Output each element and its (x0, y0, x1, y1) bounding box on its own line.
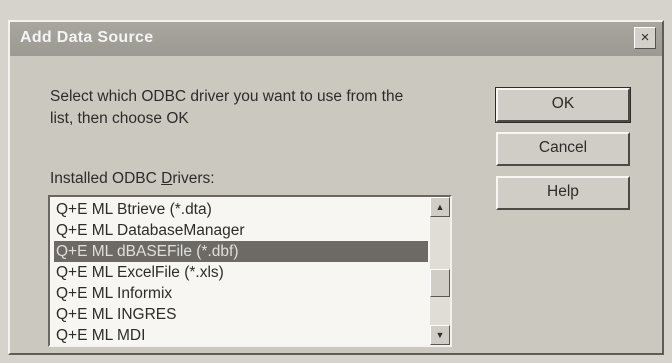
drivers-list: Q+E ML Btrieve (*.dta) Q+E ML DatabaseMan… (54, 199, 428, 345)
driver-list-item[interactable]: Q+E ML ExcelFile (*.xls) (54, 262, 428, 283)
installed-drivers-label: Installed ODBC Drivers: (50, 170, 215, 188)
scroll-down-button[interactable]: ▼ (430, 325, 450, 345)
cancel-button[interactable]: Cancel (496, 132, 630, 166)
scroll-up-button[interactable]: ▲ (430, 197, 450, 217)
ok-button[interactable]: OK (495, 87, 631, 123)
driver-list-item[interactable]: Q+E ML MDI (54, 325, 428, 345)
scroll-thumb[interactable] (430, 269, 450, 297)
add-data-source-dialog: Add Data Source × Select which ODBC driv… (8, 20, 664, 355)
drivers-label-hotkey: D (161, 170, 173, 187)
drivers-listbox[interactable]: Q+E ML Btrieve (*.dta) Q+E ML DatabaseMan… (48, 195, 452, 347)
driver-list-item[interactable]: Q+E ML INGRES (54, 304, 428, 325)
arrow-up-icon: ▲ (435, 202, 445, 212)
title-bar: Add Data Source × (10, 22, 662, 56)
instruction-text: Select which ODBC driver you want to use… (50, 88, 404, 127)
arrow-down-icon: ▼ (435, 330, 445, 340)
driver-list-item[interactable]: Q+E ML Informix (54, 283, 428, 304)
close-button[interactable]: × (634, 27, 656, 49)
help-button[interactable]: Help (496, 176, 630, 210)
driver-list-item[interactable]: Q+E ML Btrieve (*.dta) (54, 199, 428, 220)
drivers-label-prefix: Installed ODBC (50, 170, 162, 187)
driver-list-item[interactable]: Q+E ML DatabaseManager (54, 220, 428, 241)
close-icon: × (640, 29, 650, 46)
driver-list-item[interactable]: Q+E ML dBASEFile (*.dbf) (54, 241, 428, 262)
drivers-label-suffix: rivers: (172, 170, 215, 187)
drivers-scrollbar[interactable]: ▲ ▼ (430, 197, 450, 345)
dialog-title: Add Data Source (20, 29, 154, 46)
